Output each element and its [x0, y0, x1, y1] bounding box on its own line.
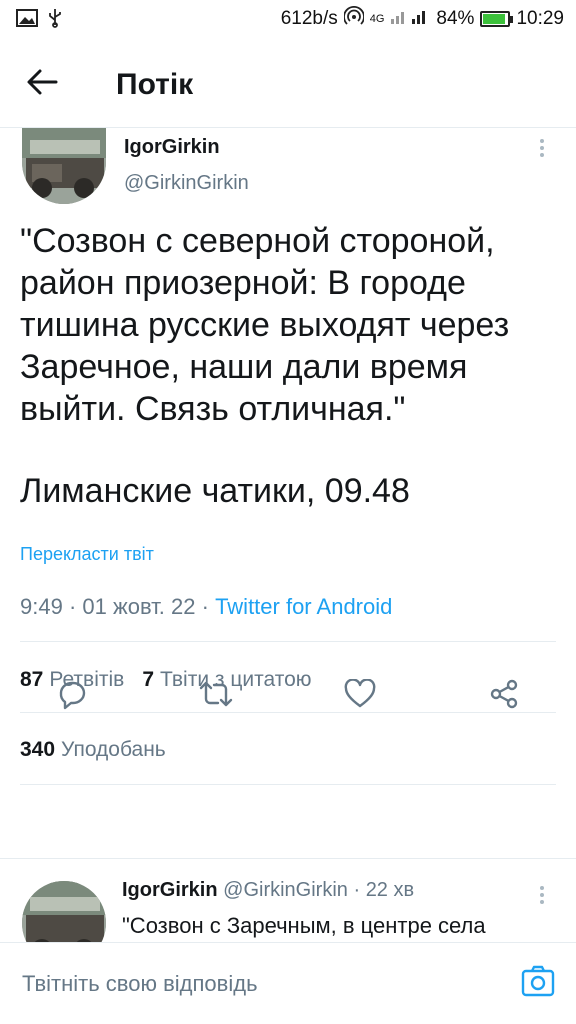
tweet-source-link[interactable]: Twitter for Android [215, 594, 392, 619]
more-dot [540, 886, 544, 890]
arrow-left-icon [26, 68, 58, 101]
more-dot [540, 139, 544, 143]
more-dot [540, 153, 544, 157]
net-speed: 612b/s [280, 8, 338, 29]
app-bar: Потік [0, 38, 576, 128]
camera-button[interactable] [520, 965, 556, 1001]
meta-separator: · [68, 594, 83, 619]
battery-percent: 84% [436, 8, 475, 29]
signal-icon [390, 7, 430, 31]
reply-author-handle[interactable]: @GirkinGirkin [223, 879, 348, 901]
reply-composer: Твітніть свою відповідь [0, 942, 576, 1024]
like-button[interactable] [340, 676, 380, 716]
status-bar-left [16, 8, 62, 33]
retweet-icon [197, 680, 235, 713]
hotspot-icon [342, 5, 365, 32]
image-icon [16, 9, 38, 32]
tweet-text-paragraph: Лиманские чатики, 09.48 [20, 472, 410, 510]
reply-text: "Созвон с Заречным, в центре села [122, 913, 486, 938]
share-icon [488, 678, 520, 715]
reply-header: IgorGirkin @GirkinGirkin · 22 хв [122, 879, 414, 902]
tweet-date: 01 жовт. 22 [82, 594, 196, 619]
tweet-meta: 9:49 · 01 жовт. 22 · Twitter for Android [20, 594, 392, 620]
more-options-button[interactable] [530, 136, 554, 160]
likes-count: 340 [20, 738, 56, 761]
tweet-time: 9:49 [20, 594, 63, 619]
author-handle[interactable]: @GirkinGirkin [124, 172, 249, 195]
reply-input[interactable]: Твітніть свою відповідь [22, 971, 258, 997]
tweet-actions [0, 676, 576, 732]
reply-button[interactable] [52, 676, 92, 716]
page-title: Потік [116, 68, 194, 101]
avatar[interactable] [22, 128, 106, 204]
reply-author-name[interactable]: IgorGirkin [122, 879, 218, 901]
more-dot [540, 893, 544, 897]
network-type: 4G [369, 13, 385, 25]
tweet-text: "Созвон с северной стороной, район приоз… [20, 220, 560, 512]
tweet-text-paragraph: "Созвон с северной стороной, район приоз… [20, 222, 510, 428]
reply-icon [55, 678, 89, 715]
battery-icon [480, 11, 514, 27]
reply-age: 22 хв [365, 879, 415, 901]
share-button[interactable] [484, 676, 524, 716]
like-icon [343, 677, 377, 714]
more-dot [540, 900, 544, 904]
divider [20, 784, 556, 785]
meta-separator: · [201, 594, 216, 619]
camera-icon [521, 965, 555, 1002]
translate-tweet-link[interactable]: Перекласти твіт [20, 544, 154, 565]
more-options-button[interactable] [530, 883, 554, 907]
status-bar: 612b/s 4G 84% 10:29 [0, 0, 576, 38]
divider [20, 641, 556, 642]
likes-stats[interactable]: 340 Уподобань [20, 738, 166, 762]
reply-tweet[interactable]: IgorGirkin @GirkinGirkin · 22 хв "Созвон… [0, 858, 576, 942]
usb-icon [48, 8, 62, 33]
meta-separator: · [353, 879, 366, 901]
avatar[interactable] [22, 881, 106, 942]
clock: 10:29 [516, 8, 564, 29]
back-button[interactable] [22, 64, 62, 104]
more-dot [540, 146, 544, 150]
author-name[interactable]: IgorGirkin [124, 136, 220, 159]
status-bar-right: 612b/s 4G 84% 10:29 [280, 5, 564, 32]
retweet-button[interactable] [196, 676, 236, 716]
likes-label: Уподобань [61, 738, 166, 761]
